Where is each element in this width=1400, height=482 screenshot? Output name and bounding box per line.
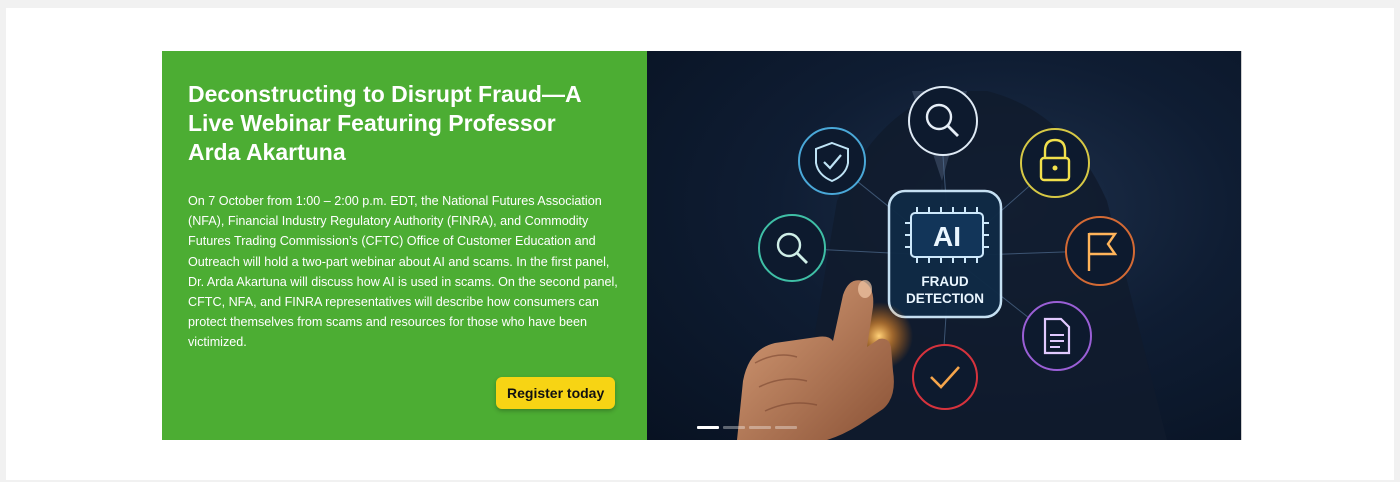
search-icon — [758, 214, 826, 282]
hero-banner: Deconstructing to Disrupt Fraud—A Live W… — [162, 51, 1242, 440]
flag-icon — [1065, 216, 1135, 286]
register-button[interactable]: Register today — [496, 377, 616, 409]
ai-caption-line2: DETECTION — [906, 291, 984, 306]
padlock-icon — [1020, 128, 1090, 198]
carousel-dot-3[interactable] — [749, 426, 771, 429]
carousel-dot-1[interactable] — [697, 426, 719, 429]
banner-title: Deconstructing to Disrupt Fraud—A Live W… — [188, 81, 581, 165]
ai-chip-label: AI — [933, 221, 961, 252]
banner-edge — [1241, 51, 1242, 440]
banner-text-panel: Deconstructing to Disrupt Fraud—A Live W… — [162, 51, 647, 440]
banner-description: On 7 October from 1:00 – 2:00 p.m. EDT, … — [188, 194, 618, 350]
carousel-dot-2[interactable] — [723, 426, 745, 429]
banner-image: AI FRAUD DETECTION — [647, 51, 1242, 440]
carousel-indicators — [697, 426, 797, 429]
magnifier-icon — [908, 86, 978, 156]
ai-fraud-detection-panel: AI FRAUD DETECTION — [887, 189, 1003, 319]
document-icon — [1022, 301, 1092, 371]
shield-check-icon — [798, 127, 866, 195]
pointing-hand — [737, 280, 894, 440]
ai-caption-line1: FRAUD — [921, 274, 968, 289]
carousel-dot-4[interactable] — [775, 426, 797, 429]
checkmark-icon — [912, 344, 978, 410]
